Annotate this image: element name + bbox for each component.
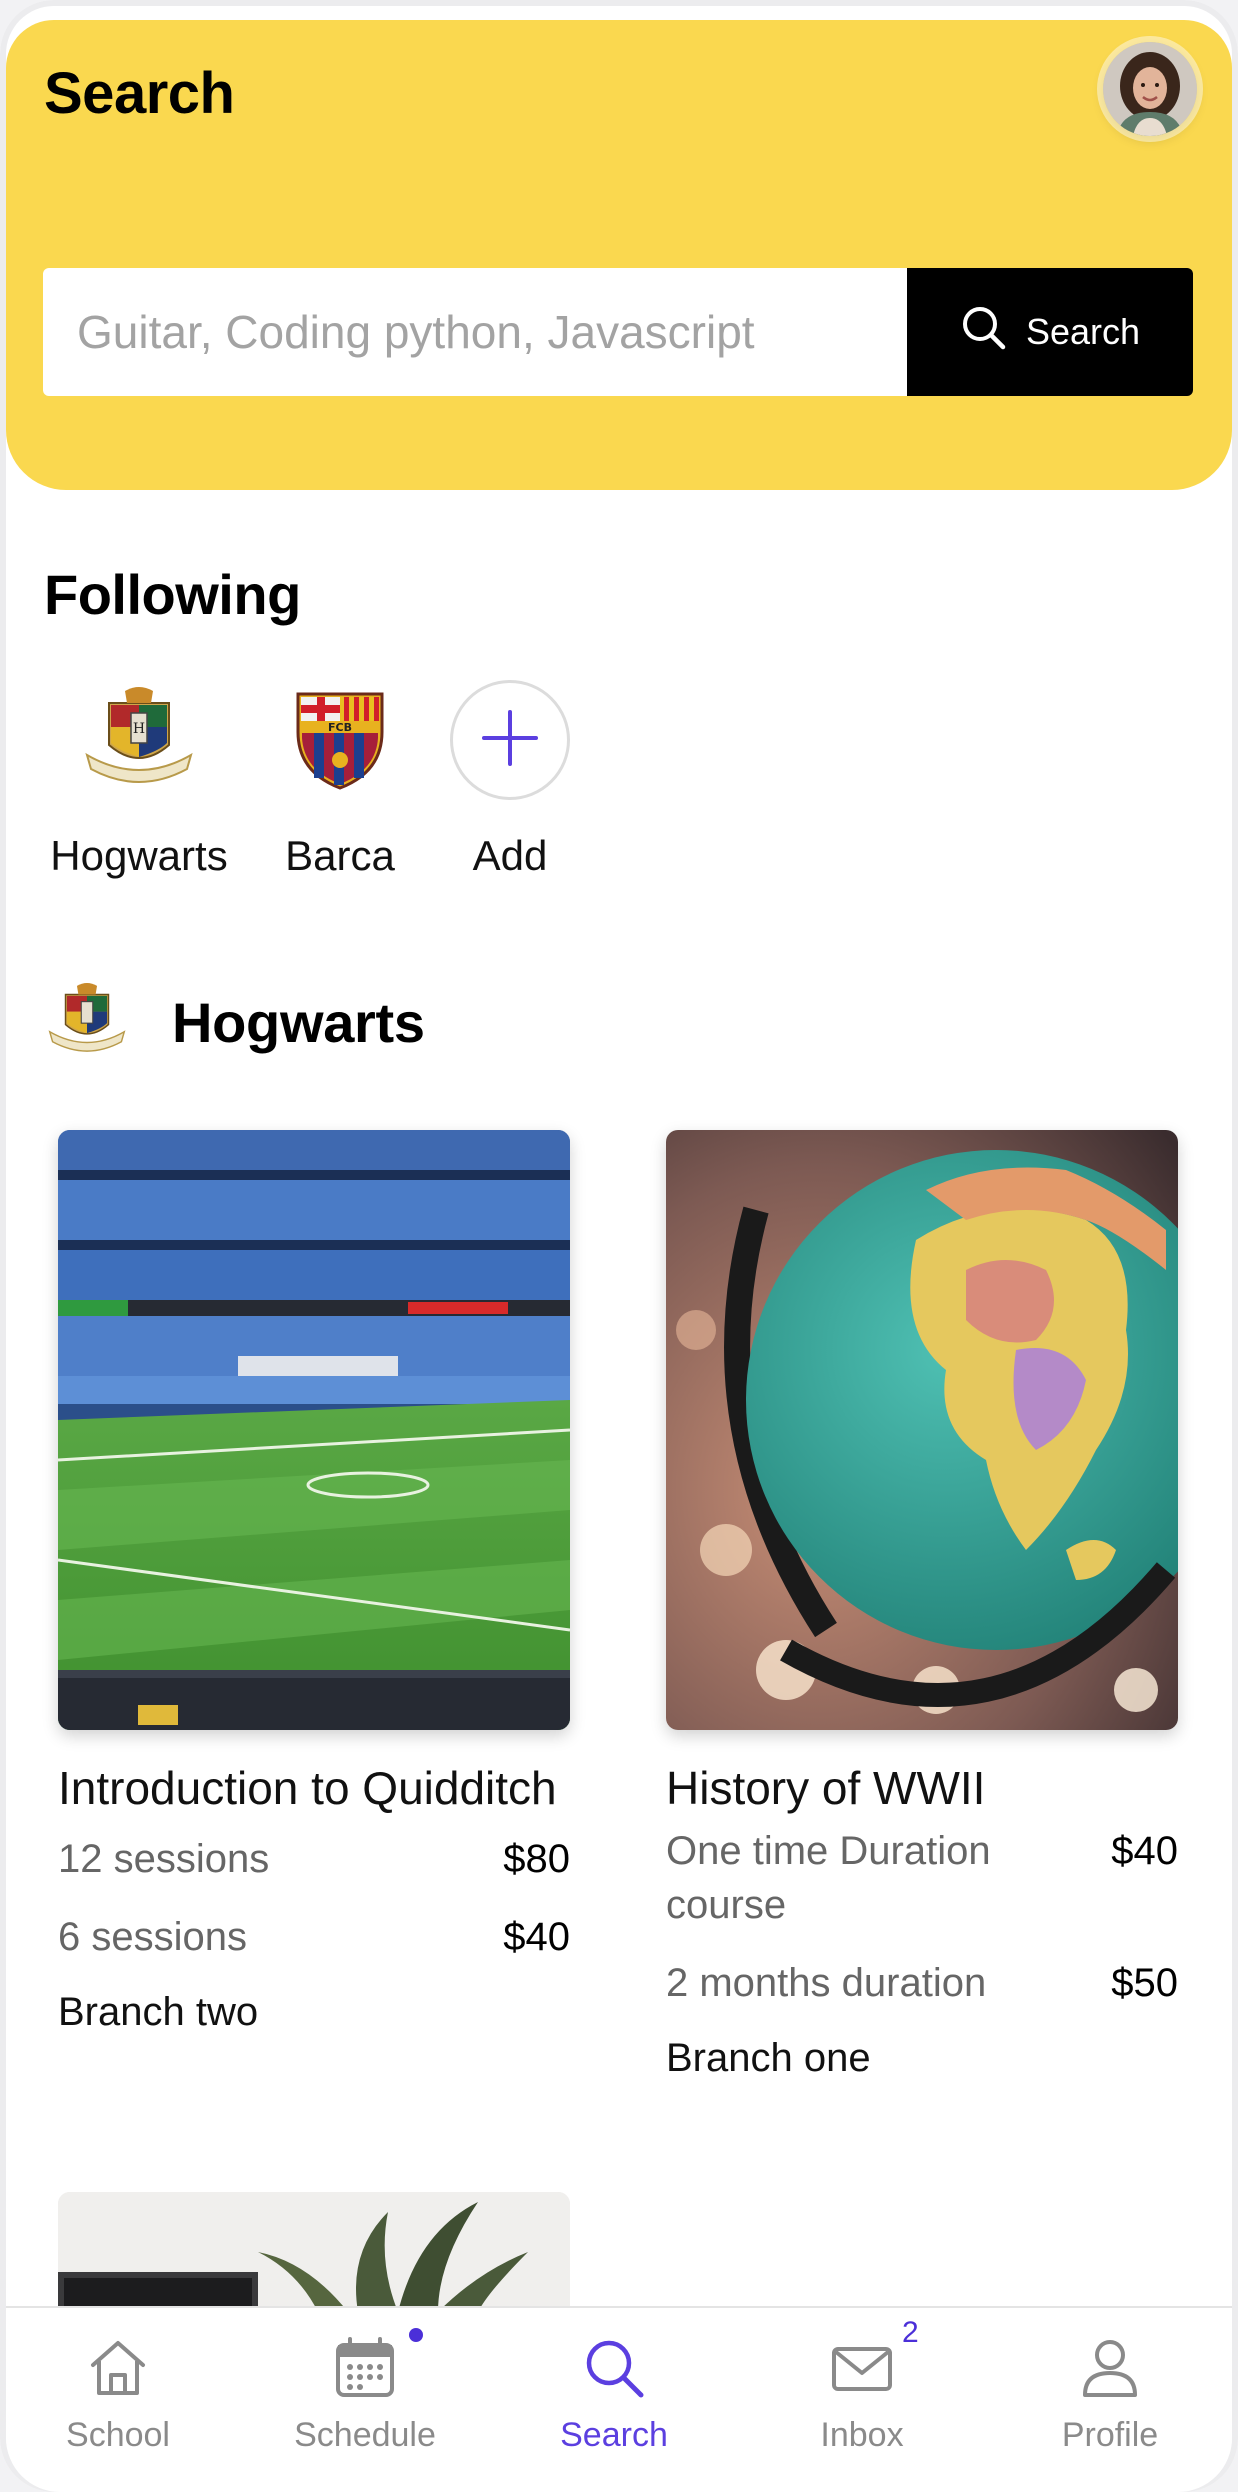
price-option-value: $40 <box>1111 1829 1178 1873</box>
following-add-button[interactable]: Add <box>450 680 570 880</box>
following-title: Following <box>44 563 301 626</box>
mail-icon <box>762 2328 962 2408</box>
following-label: Add <box>472 832 548 879</box>
calendar-icon <box>265 2328 465 2408</box>
course-image-globe <box>666 1130 1178 1730</box>
course-title: History of WWII <box>666 1762 986 1814</box>
unread-badge: 2 <box>902 2316 919 2349</box>
following-item-hogwarts[interactable]: H Hogwarts <box>44 680 234 880</box>
price-option-label: One time Duration course <box>666 1829 991 1927</box>
search-icon <box>960 304 1008 361</box>
price-option-value: $40 <box>503 1915 570 1959</box>
course-image-stadium <box>58 1130 570 1730</box>
tab-schedule[interactable]: Schedule <box>265 2328 465 2455</box>
app-screen: Search Se <box>0 0 1238 2492</box>
search-input[interactable] <box>43 268 907 396</box>
search-header: Search Se <box>6 20 1232 490</box>
tab-label: School <box>66 2416 170 2454</box>
search-icon <box>514 2328 714 2408</box>
tab-profile[interactable]: Profile <box>1010 2328 1210 2455</box>
tab-label: Search <box>560 2416 668 2454</box>
search-button-label: Search <box>1025 311 1141 352</box>
price-option-label: 12 sessions <box>58 1837 270 1881</box>
price-option: 6 sessions $40 <box>58 1910 570 1964</box>
following-label: Hogwarts <box>50 832 228 879</box>
hogwarts-crest-icon <box>44 978 130 1064</box>
tab-school[interactable]: School <box>18 2328 218 2455</box>
user-avatar[interactable] <box>1103 42 1197 136</box>
course-card-partial[interactable] <box>58 2192 570 2312</box>
price-option-label: 2 months duration <box>666 1961 987 2005</box>
hogwarts-crest-icon: H <box>79 680 199 800</box>
tab-inbox[interactable]: Inbox 2 <box>762 2316 962 2455</box>
course-card[interactable]: History of WWII One time Duration course… <box>666 1130 1178 2081</box>
page-title: Search <box>44 61 235 126</box>
course-card[interactable]: Introduction to Quidditch 12 sessions $8… <box>58 1130 570 2035</box>
add-circle <box>450 680 570 800</box>
course-branch: Branch one <box>666 2036 871 2080</box>
svg-text:H: H <box>133 721 145 737</box>
notification-dot <box>409 2328 423 2342</box>
tab-label: Inbox <box>820 2416 904 2454</box>
following-item-barca[interactable]: FCB Barca <box>280 680 400 880</box>
price-option-value: $80 <box>503 1837 570 1881</box>
svg-text:FCB: FCB <box>328 721 352 734</box>
home-icon <box>18 2328 218 2408</box>
price-option-label: 6 sessions <box>58 1915 247 1959</box>
course-branch: Branch two <box>58 1990 259 2034</box>
course-title: Introduction to Quidditch <box>58 1762 557 1814</box>
plus-icon <box>480 708 540 773</box>
tab-search[interactable]: Search <box>514 2328 714 2455</box>
barca-crest-icon: FCB <box>280 680 400 800</box>
price-option: One time Duration course $40 <box>666 1824 1178 1932</box>
search-button[interactable]: Search <box>907 268 1193 396</box>
person-icon <box>1010 2328 1210 2408</box>
following-label: Barca <box>285 832 395 879</box>
search-bar: Search <box>43 268 1193 396</box>
tab-label: Profile <box>1061 2416 1159 2454</box>
school-title: Hogwarts <box>172 991 425 1054</box>
price-option: 12 sessions $80 <box>58 1832 570 1886</box>
price-option: 2 months duration $50 <box>666 1956 1178 2010</box>
tab-label: Schedule <box>294 2416 436 2454</box>
price-option-value: $50 <box>1111 1961 1178 2005</box>
bottom-tab-bar: School Schedule Search Inbox 2 Profile <box>6 2306 1232 2492</box>
